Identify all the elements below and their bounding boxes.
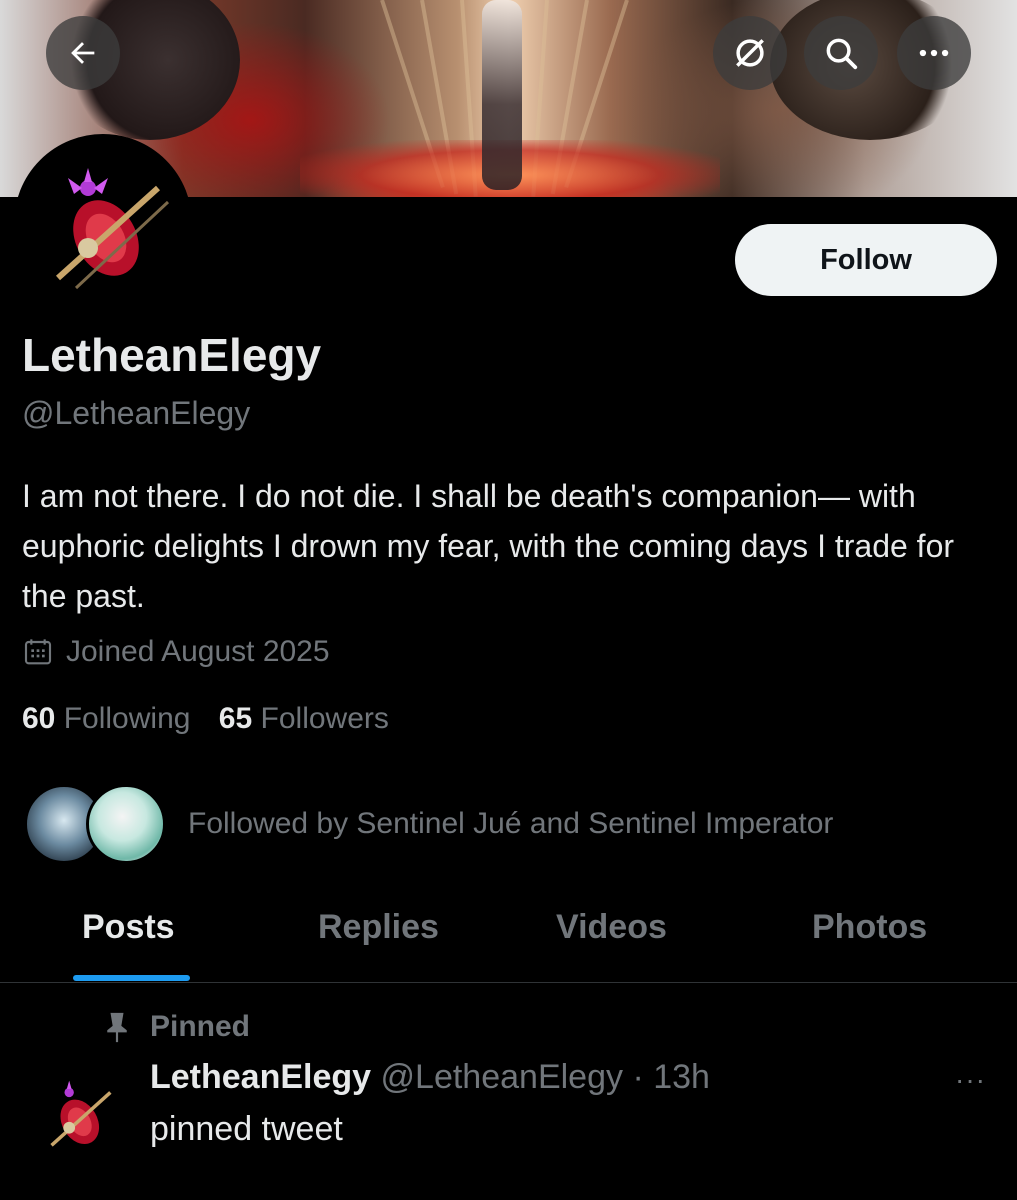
tweet-handle-time: @LetheanElegy · 13h — [380, 1058, 710, 1096]
tab-videos[interactable]: Videos — [556, 908, 667, 947]
following-count: 60 — [22, 702, 56, 735]
follow-button[interactable]: Follow — [735, 224, 997, 296]
pin-icon — [107, 1012, 127, 1043]
following-link[interactable]: 60 Following — [22, 702, 190, 735]
followers-label: Followers — [260, 702, 389, 735]
avatar-art — [28, 1063, 128, 1163]
following-label: Following — [63, 702, 191, 735]
followed-by-row[interactable]: Followed by Sentinel Jué and Sentinel Im… — [24, 784, 834, 864]
tweet-text: pinned tweet — [150, 1110, 343, 1148]
more-button[interactable] — [897, 16, 971, 90]
tab-posts[interactable]: Posts — [82, 908, 175, 947]
user-handle: @LetheanElegy — [22, 395, 251, 431]
display-name: LetheanElegy — [22, 329, 322, 381]
active-tab-indicator — [73, 975, 190, 981]
profile-tabs: Posts Replies Videos Photos — [0, 890, 1017, 983]
followers-count: 65 — [218, 702, 253, 735]
profile-avatar[interactable] — [14, 134, 192, 312]
tab-replies[interactable]: Replies — [318, 908, 439, 947]
back-button[interactable] — [46, 16, 120, 90]
more-horizontal-icon — [919, 49, 949, 57]
tweet-author-avatar[interactable] — [28, 1063, 128, 1163]
followers-link[interactable]: 65 Followers — [219, 702, 389, 735]
follow-stats: 60 Following 65 Followers — [22, 702, 409, 736]
joined-date: Joined August 2025 — [22, 635, 330, 669]
grok-button[interactable] — [713, 16, 787, 90]
profile-bio: I am not there. I do not die. I shall be… — [22, 478, 955, 614]
arrow-left-icon — [71, 42, 95, 64]
banner-figure — [482, 0, 522, 190]
tweet-header: LetheanElegy @LetheanElegy · 13h — [150, 1058, 710, 1097]
pinned-label: Pinned — [150, 1010, 251, 1043]
search-button[interactable] — [804, 16, 878, 90]
search-icon — [826, 38, 858, 70]
pinned-indicator: Pinned — [104, 1010, 250, 1044]
calendar-icon — [24, 639, 52, 665]
grok-icon — [736, 39, 764, 67]
joined-text: Joined August 2025 — [66, 635, 330, 668]
follower-avatar — [86, 784, 166, 864]
tweet-more-button[interactable]: ··· — [955, 1064, 986, 1096]
tweet-author-name[interactable]: LetheanElegy — [150, 1058, 371, 1096]
avatar-art — [18, 138, 188, 308]
tab-photos[interactable]: Photos — [812, 908, 927, 947]
followed-by-text: Followed by Sentinel Jué and Sentinel Im… — [188, 807, 834, 840]
